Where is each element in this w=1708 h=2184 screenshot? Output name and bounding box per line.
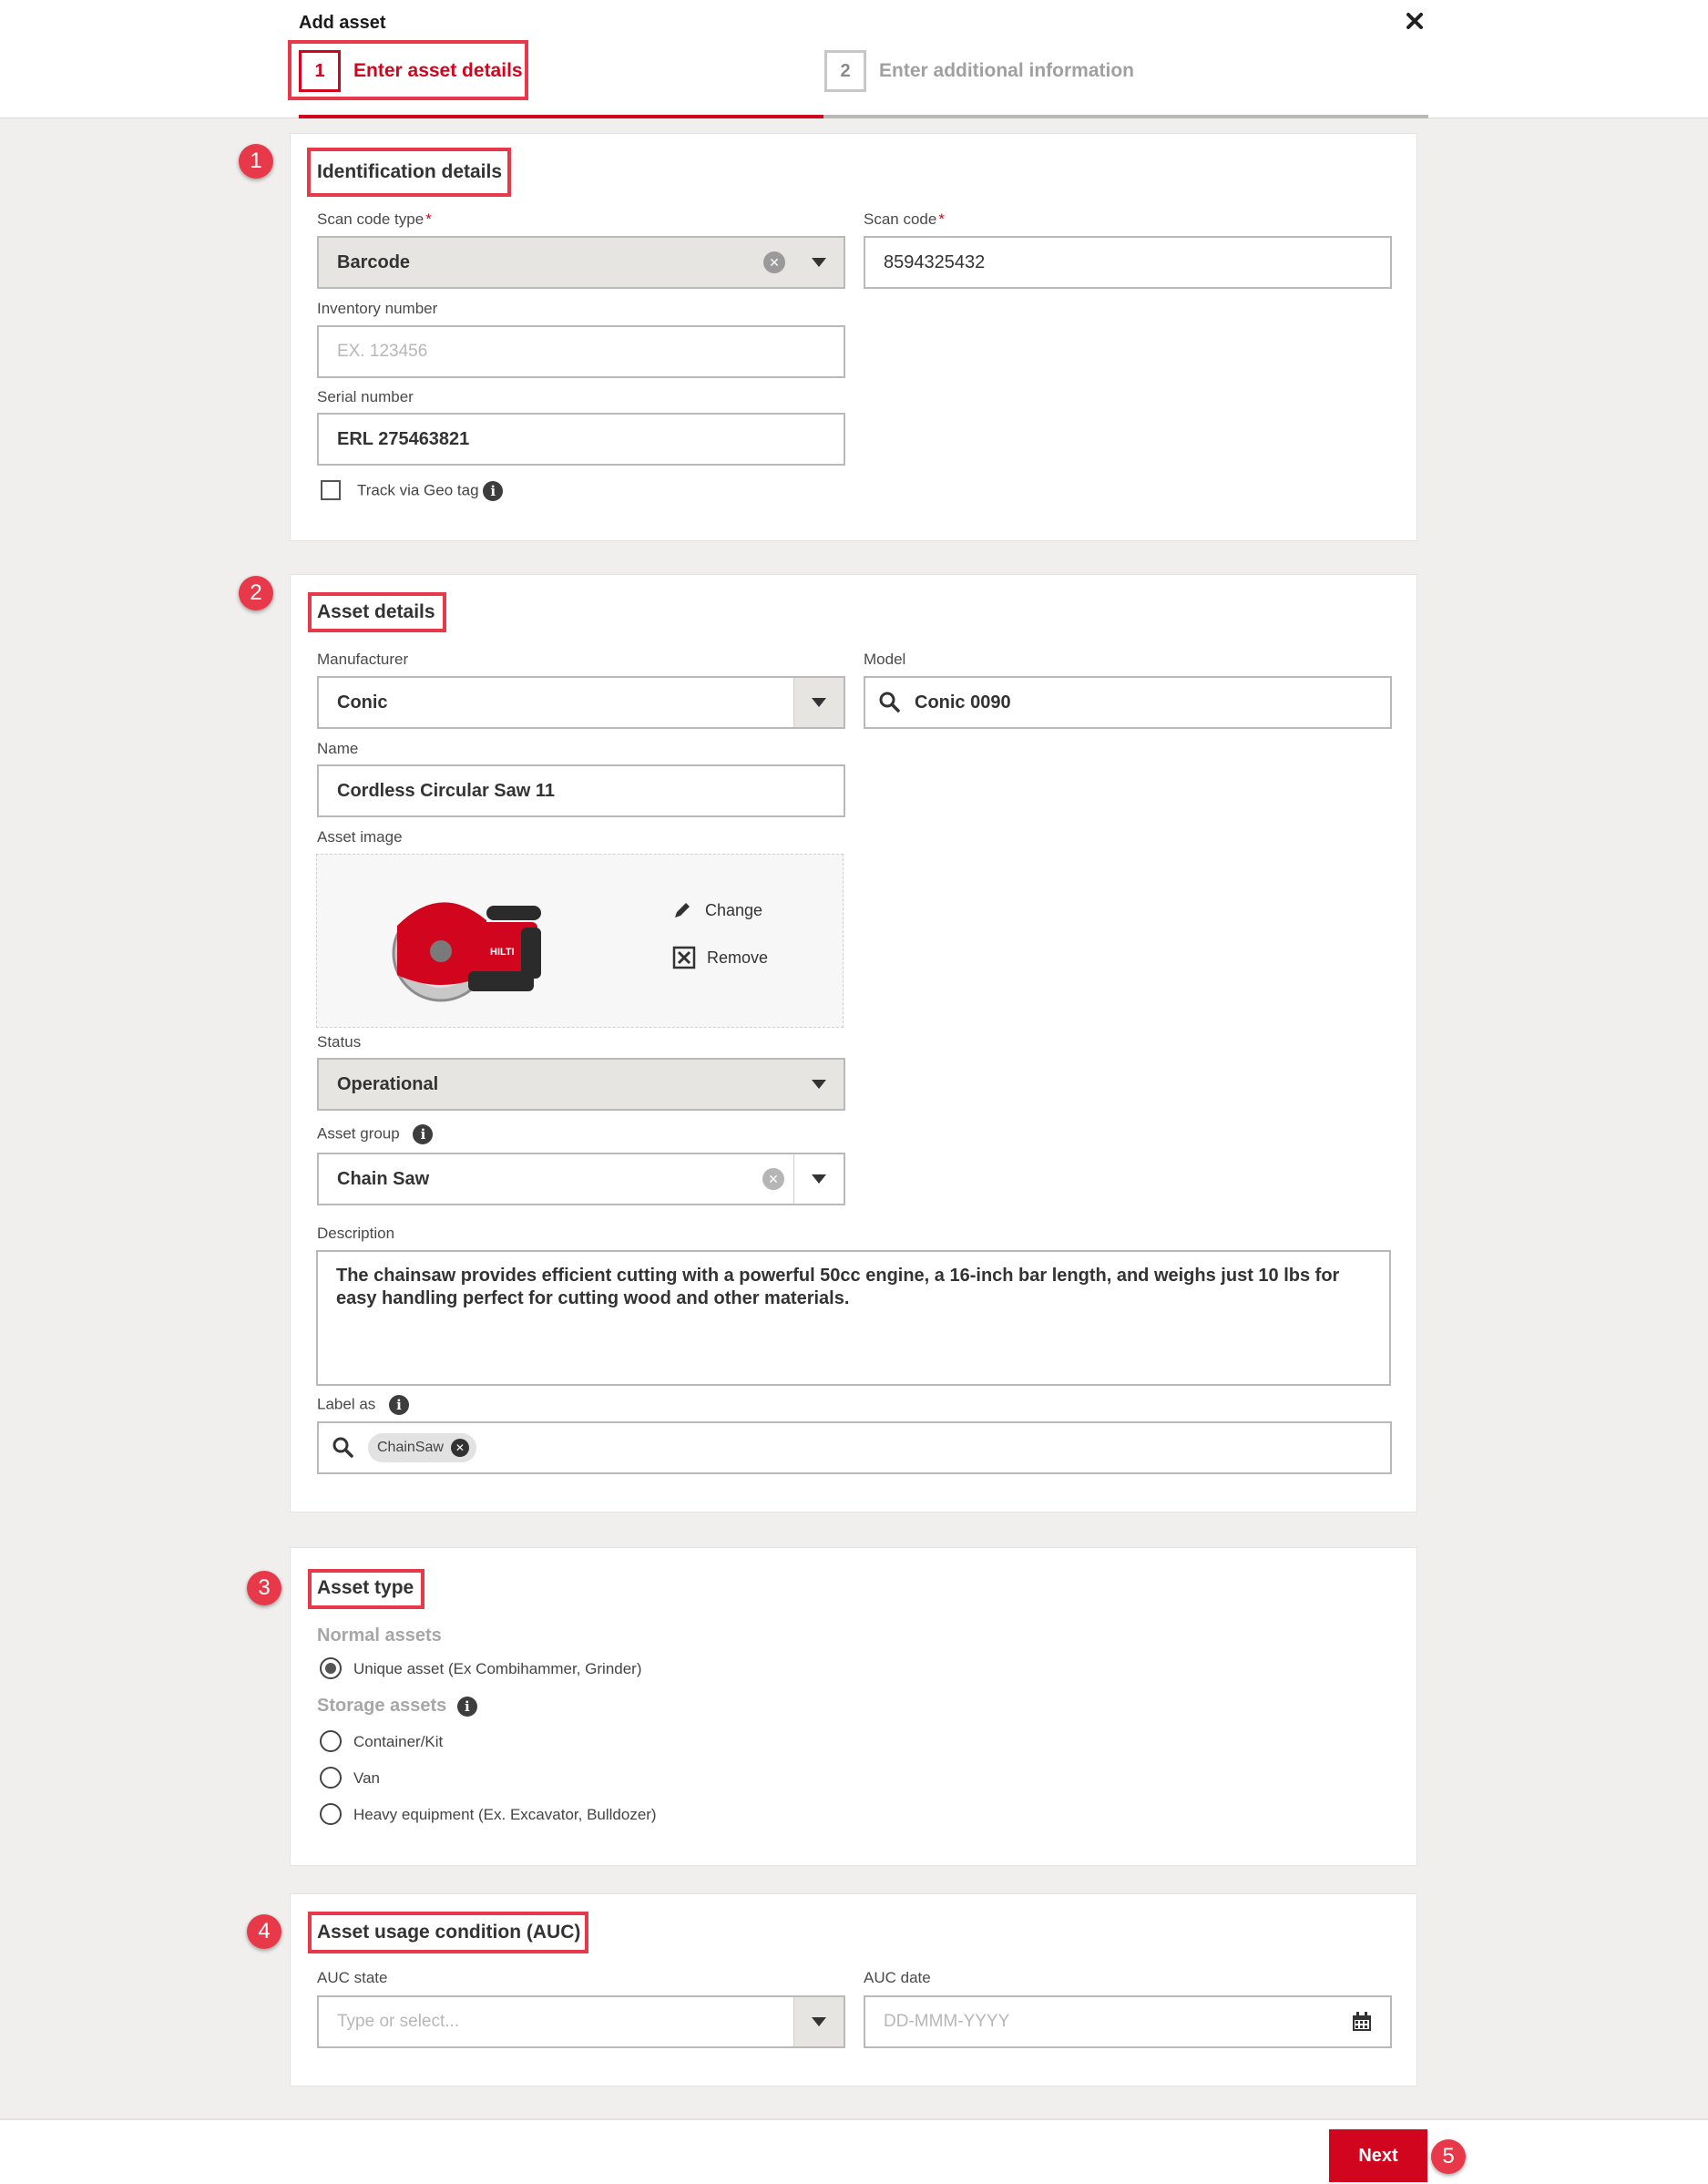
label-as-label: Label as i bbox=[317, 1395, 410, 1415]
radio-container-kit[interactable] bbox=[320, 1730, 342, 1752]
status-label: Status bbox=[317, 1033, 362, 1051]
auc-date-input[interactable]: DD-MMM-YYYY bbox=[864, 1995, 1392, 2048]
auc-state-select[interactable]: Type or select... bbox=[317, 1995, 845, 2048]
track-geo-label: Track via Geo tag i bbox=[357, 481, 504, 501]
asset-group-label: Asset group i bbox=[317, 1124, 434, 1144]
track-geo-checkbox[interactable] bbox=[321, 480, 341, 500]
status-value: Operational bbox=[337, 1073, 439, 1094]
asset-image-label: Asset image bbox=[317, 828, 403, 846]
manufacturer-select[interactable]: Conic bbox=[317, 676, 845, 729]
serial-number-label: Serial number bbox=[317, 388, 414, 405]
radio-heavy-equipment[interactable] bbox=[320, 1803, 342, 1825]
radio-van[interactable] bbox=[320, 1767, 342, 1789]
scan-code-value: 8594325432 bbox=[884, 251, 986, 272]
serial-number-input[interactable]: ERL 275463821 bbox=[317, 413, 845, 466]
remove-box-icon bbox=[672, 946, 696, 969]
description-textarea[interactable]: The chainsaw provides efficient cutting … bbox=[316, 1250, 1391, 1386]
annotation-marker-2: 2 bbox=[239, 576, 273, 610]
search-icon bbox=[332, 1437, 353, 1458]
change-label: Change bbox=[705, 900, 763, 919]
scan-code-input[interactable]: 8594325432 bbox=[864, 236, 1392, 289]
scan-code-type-label: Scan code type * bbox=[317, 210, 432, 228]
radio-unique-asset[interactable] bbox=[320, 1657, 342, 1679]
name-value: Cordless Circular Saw 11 bbox=[337, 780, 556, 801]
description-label: Description bbox=[317, 1225, 395, 1242]
inventory-number-placeholder: EX. 123456 bbox=[337, 342, 428, 361]
auc-section-title: Asset usage condition (AUC) bbox=[317, 1922, 581, 1943]
remove-image-button[interactable]: Remove bbox=[672, 946, 768, 969]
asset-image-area: HILTI Change Remove bbox=[316, 854, 844, 1028]
label-as-input[interactable]: ChainSaw ✕ bbox=[317, 1421, 1392, 1474]
model-label: Model bbox=[864, 651, 906, 668]
step-progress-bar bbox=[299, 115, 1428, 118]
name-label: Name bbox=[317, 740, 359, 757]
annotation-marker-5: 5 bbox=[1431, 2139, 1466, 2174]
chevron-down-icon[interactable] bbox=[793, 1154, 844, 1204]
scan-code-label: Scan code * bbox=[864, 210, 945, 228]
auc-state-placeholder: Type or select... bbox=[337, 2012, 460, 2031]
remove-label: Remove bbox=[707, 948, 769, 967]
info-icon[interactable]: i bbox=[389, 1395, 410, 1415]
status-select[interactable]: Operational bbox=[317, 1058, 845, 1111]
step-2-enter-additional-information[interactable]: 2 Enter additional information bbox=[824, 47, 1134, 95]
pencil-icon bbox=[675, 903, 690, 918]
step-label: Enter asset details bbox=[353, 60, 523, 81]
calendar-icon[interactable] bbox=[1352, 2012, 1372, 2032]
clear-icon[interactable]: ✕ bbox=[763, 251, 785, 273]
annotation-marker-3: 3 bbox=[247, 1571, 281, 1605]
asset-image-saw: HILTI bbox=[392, 902, 541, 1002]
chevron-down-icon[interactable] bbox=[793, 1997, 844, 2046]
auc-date-label: AUC date bbox=[864, 1969, 931, 1986]
modal-title: Add asset bbox=[299, 13, 386, 33]
tag-chip: ChainSaw ✕ bbox=[368, 1433, 476, 1462]
scan-code-type-select[interactable]: Barcode ✕ bbox=[317, 236, 845, 289]
model-search-input[interactable]: Conic 0090 bbox=[864, 676, 1392, 729]
step-progress-fill bbox=[299, 115, 823, 118]
chevron-down-icon[interactable] bbox=[794, 1060, 844, 1109]
scan-code-type-value: Barcode bbox=[337, 251, 411, 272]
asset-type-section-title: Asset type bbox=[317, 1577, 414, 1598]
normal-assets-heading: Normal assets bbox=[317, 1625, 442, 1646]
auc-state-label: AUC state bbox=[317, 1969, 388, 1986]
step-number: 1 bbox=[299, 50, 341, 92]
asset-details-section-title: Asset details bbox=[317, 601, 435, 622]
name-input[interactable]: Cordless Circular Saw 11 bbox=[317, 764, 845, 817]
info-icon[interactable]: i bbox=[483, 481, 504, 501]
tag-label: ChainSaw bbox=[377, 1440, 444, 1455]
modal-footer: Next 5 bbox=[0, 2118, 1708, 2184]
unique-asset-label: Unique asset (Ex Combihammer, Grinder) bbox=[353, 1660, 642, 1677]
close-icon[interactable] bbox=[1403, 9, 1427, 33]
chevron-down-icon[interactable] bbox=[793, 678, 844, 727]
container-kit-label: Container/Kit bbox=[353, 1733, 444, 1750]
brand-logo-text: HILTI bbox=[490, 947, 515, 958]
step-label: Enter additional information bbox=[879, 60, 1135, 81]
change-image-button[interactable]: Change bbox=[672, 900, 762, 920]
heavy-equipment-label: Heavy equipment (Ex. Excavator, Bulldoze… bbox=[353, 1806, 657, 1823]
identification-section-title: Identification details bbox=[317, 161, 503, 182]
modal-header: Add asset 1 Enter asset details 2 Enter … bbox=[0, 0, 1708, 118]
next-button[interactable]: Next bbox=[1329, 2129, 1427, 2182]
model-value: Conic 0090 bbox=[915, 692, 1011, 713]
manufacturer-label: Manufacturer bbox=[317, 651, 409, 668]
van-label: Van bbox=[353, 1769, 380, 1787]
serial-number-value: ERL 275463821 bbox=[337, 428, 470, 449]
step-number: 2 bbox=[824, 50, 866, 92]
remove-tag-icon[interactable]: ✕ bbox=[450, 1439, 469, 1457]
inventory-number-label: Inventory number bbox=[317, 300, 438, 317]
info-icon[interactable]: i bbox=[413, 1124, 434, 1144]
annotation-marker-4: 4 bbox=[247, 1914, 281, 1949]
annotation-marker-1: 1 bbox=[239, 144, 273, 179]
clear-icon[interactable]: ✕ bbox=[762, 1168, 784, 1190]
inventory-number-input[interactable]: EX. 123456 bbox=[317, 325, 845, 378]
step-1-enter-asset-details[interactable]: 1 Enter asset details bbox=[299, 47, 523, 95]
chevron-down-icon[interactable] bbox=[794, 238, 844, 287]
auc-date-placeholder: DD-MMM-YYYY bbox=[884, 2012, 1010, 2031]
asset-group-select[interactable]: Chain Saw ✕ bbox=[317, 1153, 845, 1205]
manufacturer-value: Conic bbox=[337, 692, 388, 713]
asset-group-value: Chain Saw bbox=[337, 1168, 430, 1189]
storage-assets-heading: Storage assets i bbox=[317, 1696, 477, 1717]
info-icon[interactable]: i bbox=[456, 1696, 477, 1717]
search-icon bbox=[879, 692, 900, 713]
